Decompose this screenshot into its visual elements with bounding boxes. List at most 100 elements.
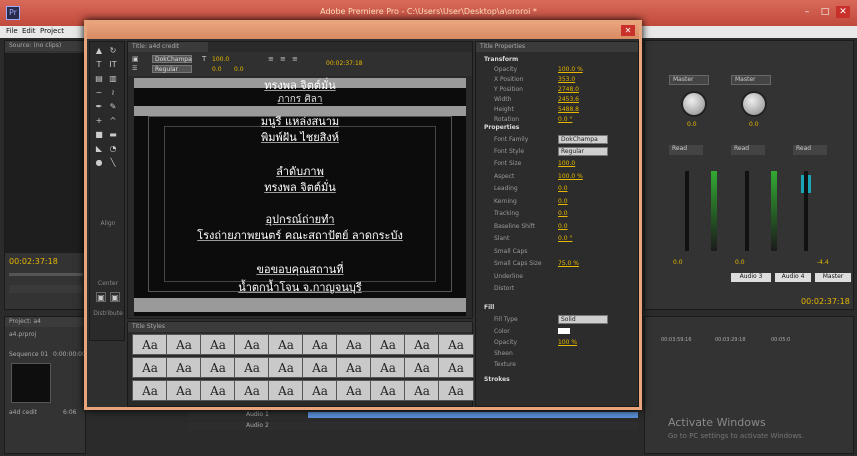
title-style-swatch[interactable]: Aa bbox=[336, 380, 372, 401]
source-scrubber[interactable] bbox=[9, 273, 83, 276]
title-style-swatch[interactable]: Aa bbox=[200, 334, 236, 355]
leading-value[interactable]: 0.0 bbox=[234, 66, 244, 73]
vertical-area-type-tool-icon[interactable]: ▥ bbox=[108, 74, 118, 84]
font-style-dropdown[interactable]: Regular bbox=[558, 147, 608, 156]
rotation-tool-icon[interactable]: ↻ bbox=[108, 46, 118, 56]
title-style-swatch[interactable]: Aa bbox=[234, 380, 270, 401]
source-timecode[interactable]: 00:02:37:18 bbox=[9, 257, 58, 266]
title-style-swatch[interactable]: Aa bbox=[132, 357, 168, 378]
property-value[interactable]: 0.0 bbox=[558, 198, 568, 205]
credit-line[interactable]: ทรงพล จิตต์มั่น bbox=[134, 178, 466, 196]
maximize-icon[interactable]: □ bbox=[818, 6, 832, 18]
volume-fader[interactable] bbox=[685, 171, 689, 251]
title-style-swatch[interactable]: Aa bbox=[302, 380, 338, 401]
title-timecode[interactable]: 00:02:37:18 bbox=[326, 60, 363, 67]
title-style-swatch[interactable]: Aa bbox=[404, 334, 440, 355]
source-tab[interactable]: Source: (no clips) bbox=[5, 41, 85, 51]
title-style-swatch[interactable]: Aa bbox=[166, 380, 202, 401]
title-tab[interactable]: Title: a4d credit bbox=[128, 42, 208, 52]
property-value[interactable]: 100.0 bbox=[558, 160, 575, 167]
menu-edit[interactable]: Edit bbox=[22, 27, 36, 35]
audio-clip[interactable] bbox=[308, 412, 638, 418]
title-style-swatch[interactable]: Aa bbox=[336, 334, 372, 355]
property-value[interactable]: 0.0 bbox=[558, 210, 568, 217]
property-value[interactable]: 0.0 bbox=[558, 185, 568, 192]
project-tab[interactable]: Project: a4 bbox=[5, 317, 85, 327]
title-style-swatch[interactable]: Aa bbox=[438, 380, 474, 401]
title-style-swatch[interactable]: Aa bbox=[268, 380, 304, 401]
title-style-swatch[interactable]: Aa bbox=[268, 334, 304, 355]
title-properties-tab[interactable]: Title Properties bbox=[476, 42, 638, 52]
area-type-tool-icon[interactable]: ▤ bbox=[94, 74, 104, 84]
type-tool-icon[interactable]: T bbox=[94, 60, 104, 70]
roll-crawl-icon[interactable]: ☰ bbox=[132, 65, 137, 72]
title-style-swatch[interactable]: Aa bbox=[132, 334, 168, 355]
arc-tool-icon[interactable]: ◔ bbox=[108, 144, 118, 154]
dialog-titlebar[interactable]: ✕ bbox=[87, 23, 639, 39]
pen-tool-icon[interactable]: ✒ bbox=[94, 102, 104, 112]
font-family-field[interactable]: DokChampa bbox=[152, 55, 192, 63]
title-style-swatch[interactable]: Aa bbox=[370, 380, 406, 401]
rounded-rectangle-tool-icon[interactable]: ▬ bbox=[108, 130, 118, 140]
title-style-swatch[interactable]: Aa bbox=[200, 357, 236, 378]
title-style-swatch[interactable]: Aa bbox=[166, 334, 202, 355]
property-value[interactable]: 353.0 bbox=[558, 76, 575, 83]
kerning-value[interactable]: 0.0 bbox=[212, 66, 222, 73]
title-style-swatch[interactable]: Aa bbox=[234, 334, 270, 355]
title-canvas[interactable]: ทรงพล จิตต์มั่น ภากร ศิลา มนูรี แหล่งสนา… bbox=[134, 78, 466, 316]
line-tool-icon[interactable]: ╲ bbox=[108, 158, 118, 168]
dialog-close-icon[interactable]: ✕ bbox=[621, 25, 635, 36]
property-value[interactable]: 5488.8 bbox=[558, 106, 579, 113]
font-size-value[interactable]: 100.0 bbox=[212, 56, 229, 63]
convert-anchor-tool-icon[interactable]: ^ bbox=[108, 116, 118, 126]
align-right-icon[interactable]: ≡ bbox=[292, 55, 298, 63]
credit-line[interactable]: น้ำตกน้ำโจน จ.กาญจนบุรี bbox=[134, 278, 466, 296]
credit-line[interactable]: ภากร ศิลา bbox=[134, 92, 466, 107]
title-style-swatch[interactable]: Aa bbox=[336, 357, 372, 378]
title-style-swatch[interactable]: Aa bbox=[166, 357, 202, 378]
transform-section-header[interactable]: Transform bbox=[484, 56, 518, 63]
title-style-swatch[interactable]: Aa bbox=[234, 357, 270, 378]
property-value[interactable]: 100.0 % bbox=[558, 66, 583, 73]
wedge-tool-icon[interactable]: ◣ bbox=[94, 144, 104, 154]
property-value[interactable]: 2453.6 bbox=[558, 96, 579, 103]
mixer-track-dropdown[interactable]: Master bbox=[669, 75, 709, 85]
ellipse-tool-icon[interactable]: ● bbox=[94, 158, 104, 168]
title-style-swatch[interactable]: Aa bbox=[370, 334, 406, 355]
center-vertical-icon[interactable]: ▣ bbox=[110, 292, 120, 302]
title-style-swatch[interactable]: Aa bbox=[302, 357, 338, 378]
minimize-icon[interactable]: – bbox=[800, 6, 814, 18]
volume-fader[interactable] bbox=[745, 171, 749, 251]
audio-track-1[interactable]: Audio 1 bbox=[188, 411, 638, 419]
align-center-icon[interactable]: ≡ bbox=[280, 55, 286, 63]
properties-section-header[interactable]: Properties bbox=[484, 124, 519, 131]
title-style-swatch[interactable]: Aa bbox=[200, 380, 236, 401]
font-family-dropdown[interactable]: DokChampa bbox=[558, 135, 608, 144]
title-style-swatch[interactable]: Aa bbox=[302, 334, 338, 355]
property-value[interactable]: 0.0 ° bbox=[558, 235, 572, 242]
menu-file[interactable]: File bbox=[6, 27, 18, 35]
align-left-icon[interactable]: ≡ bbox=[268, 55, 274, 63]
property-value[interactable]: 0.0 bbox=[558, 223, 568, 230]
automation-dropdown[interactable]: Read bbox=[793, 145, 827, 155]
property-value[interactable]: 100.0 % bbox=[558, 173, 583, 180]
title-style-swatch[interactable]: Aa bbox=[404, 380, 440, 401]
fill-section-header[interactable]: Fill bbox=[484, 304, 494, 311]
title-styles-tab[interactable]: Title Styles bbox=[128, 322, 472, 332]
close-icon[interactable]: ✕ bbox=[836, 6, 850, 18]
property-value[interactable]: 100 % bbox=[558, 339, 577, 346]
title-style-swatch[interactable]: Aa bbox=[132, 380, 168, 401]
sequence-name[interactable]: Sequence 01 bbox=[9, 351, 48, 358]
title-style-swatch[interactable]: Aa bbox=[268, 357, 304, 378]
selection-tool-icon[interactable]: ▲ bbox=[94, 46, 104, 56]
automation-dropdown[interactable]: Read bbox=[731, 145, 765, 155]
title-style-swatch[interactable]: Aa bbox=[438, 334, 474, 355]
pan-knob[interactable] bbox=[741, 91, 767, 117]
vertical-path-type-tool-icon[interactable]: ≀ bbox=[108, 88, 118, 98]
path-type-tool-icon[interactable]: ~ bbox=[94, 88, 104, 98]
source-transport-bar[interactable] bbox=[9, 285, 83, 293]
title-style-swatch[interactable]: Aa bbox=[370, 357, 406, 378]
add-anchor-tool-icon[interactable]: + bbox=[94, 116, 104, 126]
automation-dropdown[interactable]: Read bbox=[669, 145, 703, 155]
credit-line[interactable]: ขอขอบคุณสถานที่ bbox=[134, 260, 466, 278]
